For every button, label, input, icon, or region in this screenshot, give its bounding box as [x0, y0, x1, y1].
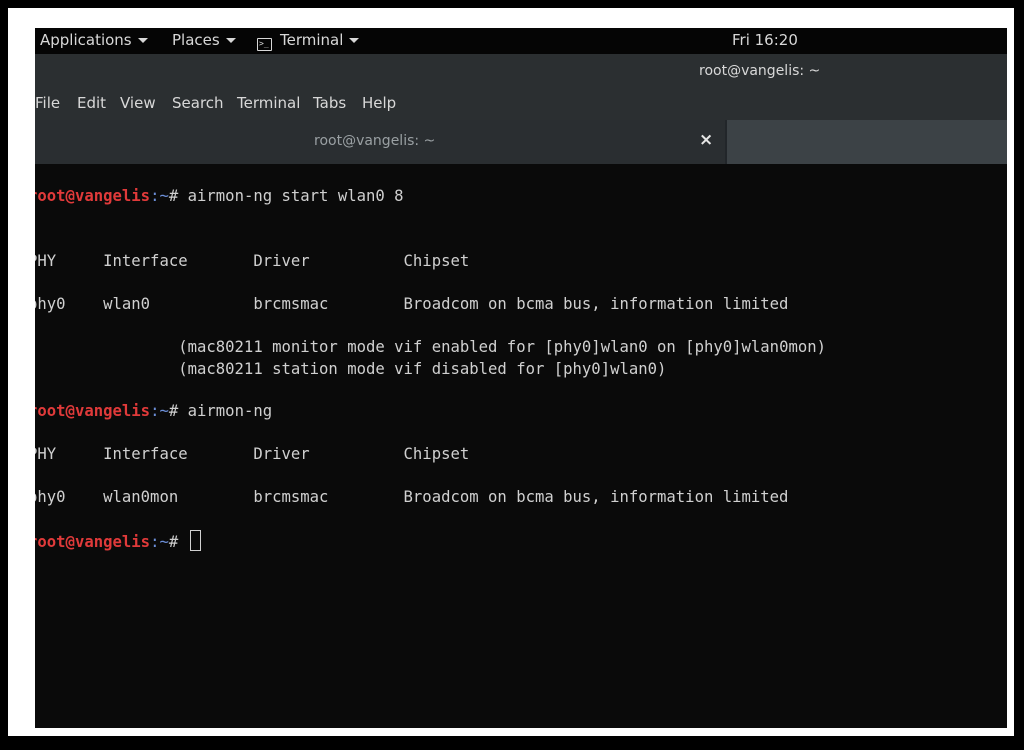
terminal-app-label: Terminal — [280, 31, 344, 49]
menu-search[interactable]: Search — [172, 94, 224, 112]
terminal-line-cmd2: root@vangelis:~# airmon-ng — [35, 401, 272, 421]
menu-tabs[interactable]: Tabs — [313, 94, 346, 112]
prompt-path: :~ — [150, 402, 169, 420]
table-row: phy0 wlan0 brcmsmac Broadcom on bcma bus… — [35, 295, 789, 313]
menu-edit[interactable]: Edit — [77, 94, 106, 112]
tab-root-vangelis[interactable]: root@vangelis: ~ × — [35, 120, 725, 164]
menu-file[interactable]: File — [35, 94, 60, 112]
menu-bar: File Edit View Search Terminal Tabs Help — [35, 88, 1007, 121]
chevron-down-icon — [137, 38, 148, 43]
terminal-message: (mac80211 station mode vif disabled for … — [35, 360, 667, 378]
window-title: root@vangelis: ~ — [699, 63, 821, 79]
menu-view[interactable]: View — [120, 94, 156, 112]
table-row: phy0 wlan0mon brcmsmac Broadcom on bcma … — [35, 488, 789, 506]
terminal-line-prompt: root@vangelis:~# — [35, 530, 201, 552]
table-header: PHY Interface Driver Chipset — [35, 252, 470, 270]
tab-bar-empty-area — [727, 120, 1007, 164]
prompt-user: root@vangelis — [35, 187, 151, 205]
screenshot-frame: Applications Places >_ Terminal Fri 16:20… — [8, 8, 1014, 736]
prompt-symbol: # — [168, 402, 188, 420]
terminal-app-menu[interactable]: >_ Terminal — [257, 31, 360, 51]
tab-bar: root@vangelis: ~ × — [35, 120, 1007, 164]
applications-label: Applications — [40, 31, 132, 49]
text-cursor[interactable] — [189, 530, 201, 551]
prompt-user: root@vangelis — [35, 533, 151, 551]
chevron-down-icon — [225, 38, 236, 43]
desktop-screen: Applications Places >_ Terminal Fri 16:20… — [35, 28, 1007, 728]
places-menu[interactable]: Places — [172, 31, 236, 49]
prompt-symbol: # — [168, 187, 188, 205]
window-title-bar[interactable]: root@vangelis: ~ — [35, 54, 1007, 88]
prompt-path: :~ — [150, 187, 169, 205]
top-panel: Applications Places >_ Terminal Fri 16:20 — [35, 28, 1007, 54]
prompt-symbol: # — [168, 533, 188, 551]
terminal-line-cmd1: root@vangelis:~# airmon-ng start wlan0 8 — [35, 186, 404, 206]
applications-menu[interactable]: Applications — [40, 31, 148, 49]
prompt-path: :~ — [150, 533, 169, 551]
clock[interactable]: Fri 16:20 — [732, 31, 798, 49]
close-icon[interactable]: × — [699, 130, 713, 150]
command-text: airmon-ng — [187, 402, 273, 420]
command-text: airmon-ng start wlan0 8 — [187, 187, 404, 205]
chevron-down-icon — [349, 38, 360, 43]
terminal-icon: >_ — [257, 38, 272, 51]
menu-terminal[interactable]: Terminal — [237, 94, 300, 112]
table-header: PHY Interface Driver Chipset — [35, 445, 470, 463]
tab-label: root@vangelis: ~ — [314, 133, 436, 149]
places-label: Places — [172, 31, 220, 49]
menu-help[interactable]: Help — [362, 94, 396, 112]
terminal-message: (mac80211 monitor mode vif enabled for [… — [35, 338, 827, 356]
prompt-user: root@vangelis — [35, 402, 151, 420]
terminal-output[interactable]: root@vangelis:~# airmon-ng start wlan0 8… — [35, 164, 1007, 728]
